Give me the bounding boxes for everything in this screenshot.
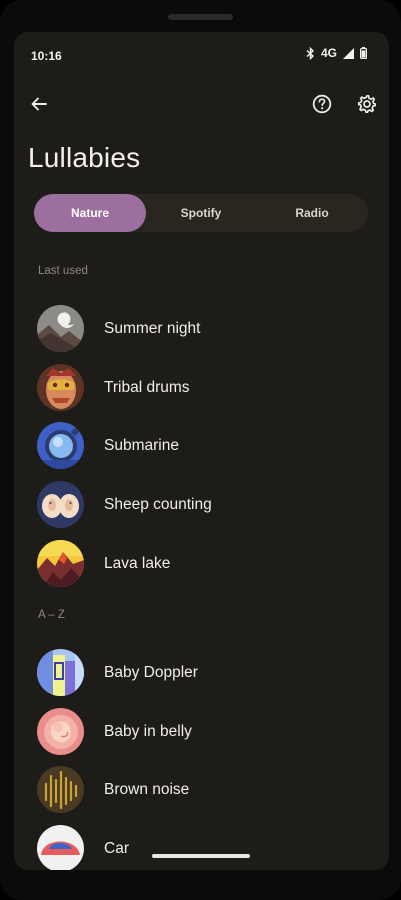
list-item-label: Brown noise — [104, 781, 190, 798]
app-bar — [14, 88, 389, 128]
gear-icon — [357, 94, 377, 119]
speaker-grille — [168, 14, 233, 20]
list-item-label: Lava lake — [104, 555, 171, 572]
list-item-submarine[interactable]: Submarine — [14, 418, 389, 474]
list-item-tribal-drums[interactable]: Tribal drums — [14, 360, 389, 416]
tab-radio[interactable]: Radio — [256, 194, 368, 232]
help-button[interactable] — [304, 88, 340, 124]
home-indicator[interactable] — [152, 854, 250, 858]
status-icons: 4G — [306, 46, 367, 60]
brown-noise-artwork — [37, 766, 84, 813]
page-title: Lullabies — [28, 142, 141, 173]
back-button[interactable] — [21, 88, 57, 124]
list-item-baby-in-belly[interactable]: Baby in belly — [14, 704, 389, 760]
list-item-label: Baby in belly — [104, 723, 192, 740]
car-artwork — [37, 825, 84, 870]
summer-night-artwork — [37, 305, 84, 352]
screen: 10:16 4G Lullabies Nature Spotify Radio … — [14, 32, 389, 870]
bluetooth-icon — [306, 46, 315, 60]
signal-icon — [343, 47, 354, 59]
help-circle-icon — [312, 94, 332, 119]
list-item-sheep-counting[interactable]: Sheep counting — [14, 477, 389, 533]
list-item-label: Sheep counting — [104, 496, 212, 513]
list-item-brown-noise[interactable]: Brown noise — [14, 762, 389, 818]
tribal-drums-artwork — [37, 364, 84, 411]
tab-spotify[interactable]: Spotify — [146, 194, 256, 232]
settings-button[interactable] — [349, 88, 385, 124]
list-item-summer-night[interactable]: Summer night — [14, 301, 389, 357]
section-header-a-z: A – Z — [38, 609, 65, 621]
baby-doppler-artwork — [37, 649, 84, 696]
list-item-label: Baby Doppler — [104, 664, 198, 681]
section-header-last-used: Last used — [38, 265, 88, 277]
list-item-lava-lake[interactable]: Lava lake — [14, 536, 389, 592]
arrow-back-icon — [30, 95, 48, 118]
list-item-label: Summer night — [104, 320, 201, 337]
list-item-label: Car — [104, 840, 129, 857]
lava-lake-artwork — [37, 540, 84, 587]
device-frame: 10:16 4G Lullabies Nature Spotify Radio … — [0, 0, 401, 900]
sheep-counting-artwork — [37, 481, 84, 528]
tab-nature[interactable]: Nature — [34, 194, 146, 232]
source-tabs: Nature Spotify Radio — [34, 194, 368, 232]
list-item-baby-doppler[interactable]: Baby Doppler — [14, 645, 389, 701]
list-item-label: Tribal drums — [104, 379, 190, 396]
status-bar: 10:16 4G — [14, 32, 389, 78]
baby-in-belly-artwork — [37, 708, 84, 755]
status-time: 10:16 — [31, 49, 62, 63]
network-type: 4G — [320, 46, 337, 60]
list-item-label: Submarine — [104, 437, 179, 454]
list-item-car[interactable]: Car — [14, 821, 389, 870]
submarine-artwork — [37, 422, 84, 469]
battery-icon — [360, 47, 367, 59]
